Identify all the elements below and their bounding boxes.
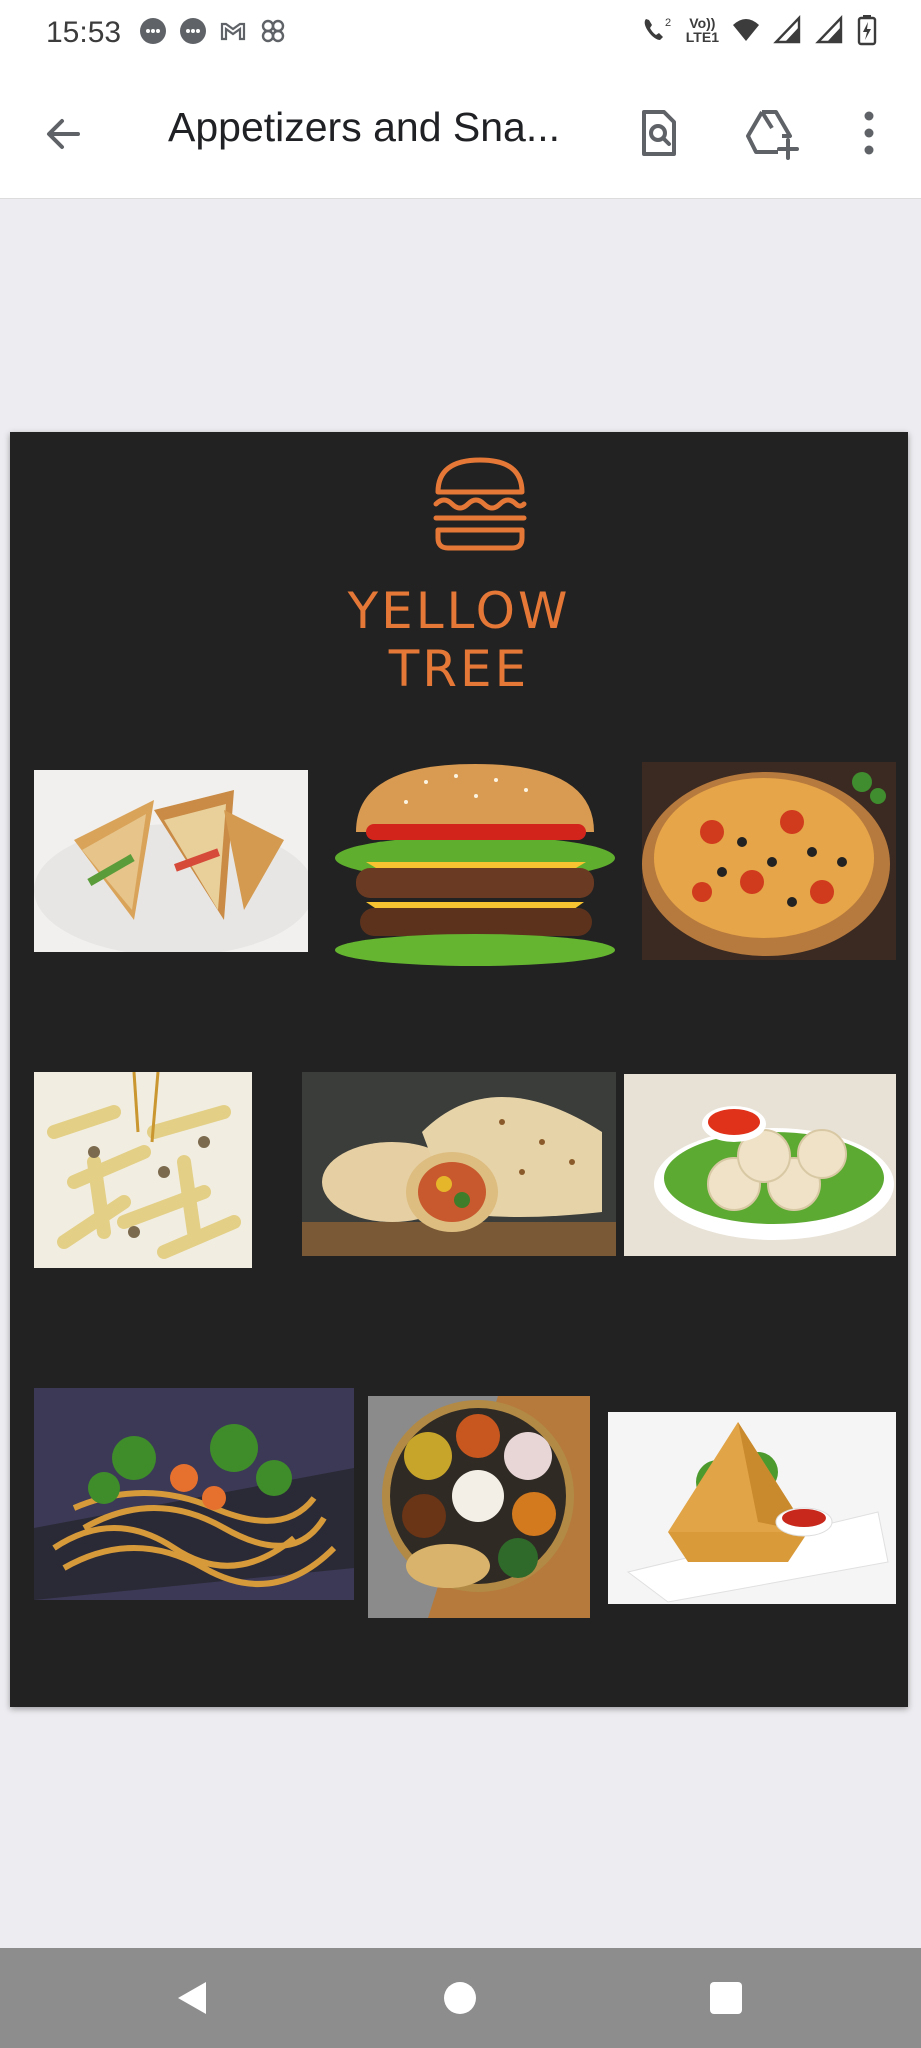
arrow-left-icon[interactable] — [38, 108, 90, 160]
photo-wrap-roll — [302, 1072, 616, 1256]
signal-icon — [773, 15, 801, 44]
volte-line2: LTE1 — [685, 29, 719, 45]
status-bar: 15:53 2 Vo)) LTE1 — [0, 0, 921, 66]
nav-recents-icon[interactable] — [706, 1978, 746, 2018]
status-time: 15:53 — [46, 16, 122, 49]
photo-samosa — [608, 1412, 896, 1604]
photo-penne-pasta — [34, 1072, 252, 1268]
photo-momos — [624, 1074, 896, 1256]
volte-icon: Vo)) LTE1 — [686, 16, 719, 44]
photo-hakka-noodles — [34, 1388, 354, 1600]
app-toolbar: Appetizers and Sna... — [0, 66, 921, 199]
more-vert-icon[interactable] — [842, 106, 896, 160]
brand-name-line1: YELLOW — [347, 582, 571, 640]
notification-icons — [138, 16, 288, 46]
battery-charging-icon — [857, 15, 877, 46]
brand-name-line2: TREE — [388, 640, 530, 698]
wifi-call-icon: 2 — [644, 17, 671, 40]
wifi-icon — [733, 19, 759, 41]
signal-icon — [815, 15, 843, 44]
nav-home-icon[interactable] — [440, 1978, 480, 2018]
volte-line1: Vo)) — [689, 15, 716, 31]
photo-pizza — [642, 762, 896, 960]
system-status-icons: 2 Vo)) LTE1 — [640, 14, 877, 46]
call-superscript: 2 — [665, 17, 671, 29]
document-page[interactable]: YELLOW TREE — [10, 432, 908, 1707]
document-title: Appetizers and Sna... — [168, 104, 561, 150]
message-icon — [140, 18, 166, 44]
chat-icon — [180, 18, 206, 44]
pinwheel-icon — [261, 19, 285, 43]
photo-cheeseburger — [326, 762, 624, 970]
photo-club-sandwich — [34, 770, 308, 952]
burger-icon — [433, 457, 527, 551]
system-nav-bar — [0, 1948, 921, 2048]
gmail-icon — [220, 22, 246, 41]
add-to-drive-icon[interactable] — [742, 106, 802, 160]
find-in-page-icon[interactable] — [632, 106, 686, 160]
photo-thali — [368, 1396, 590, 1618]
nav-back-icon[interactable] — [172, 1978, 212, 2018]
